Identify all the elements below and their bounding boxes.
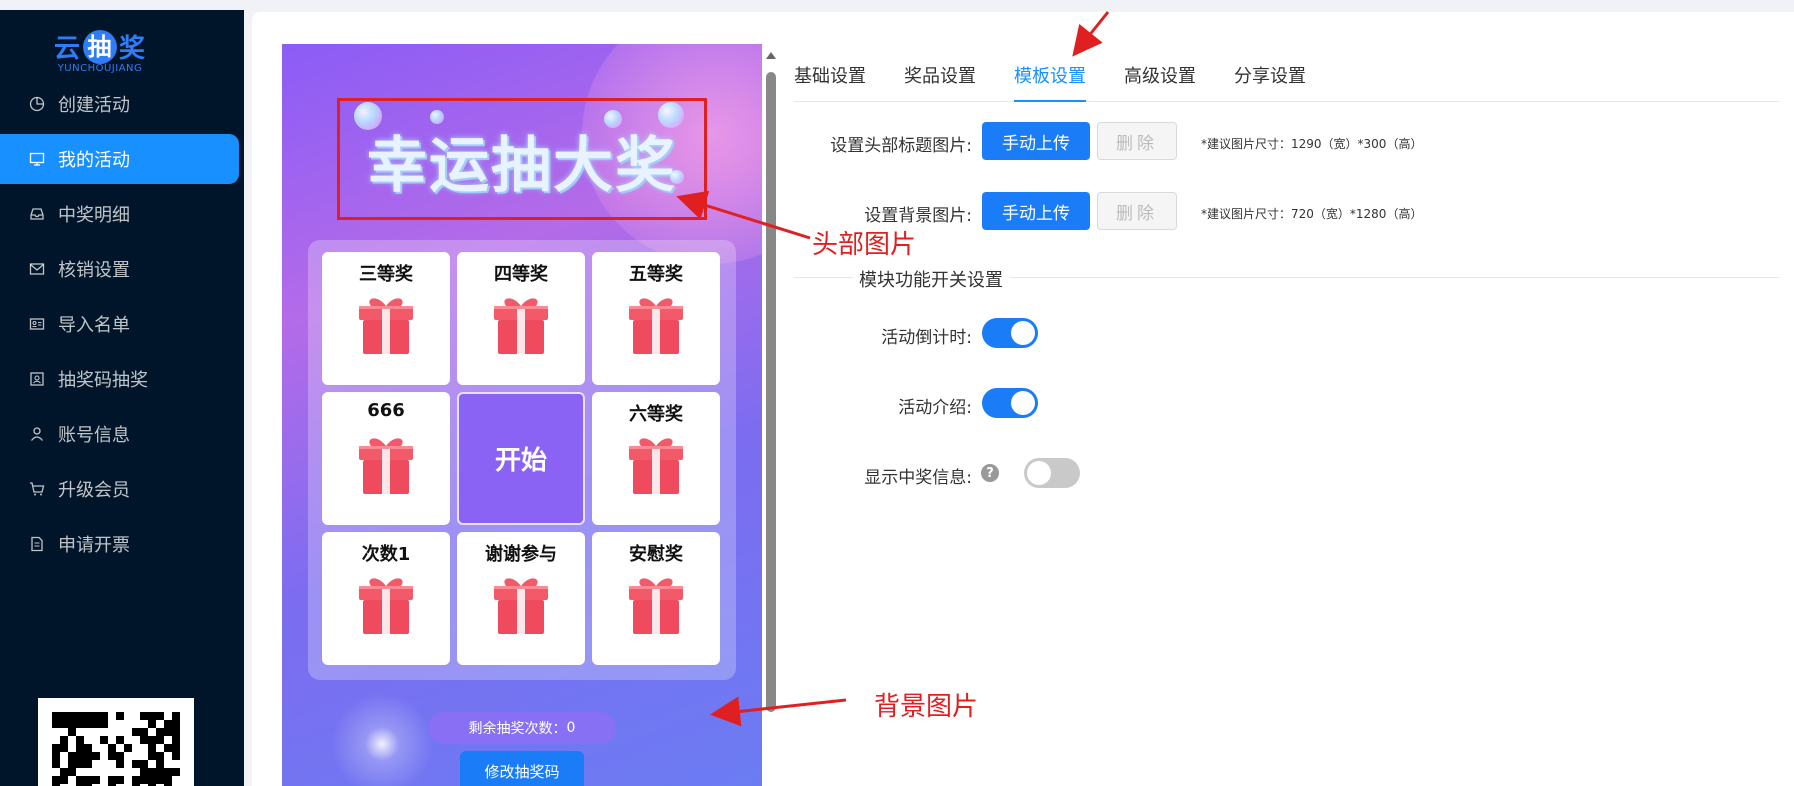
sidebar-item-6[interactable]: 账号信息 [0,409,244,459]
prize-cell: 五等奖 [592,252,720,385]
annotation-header-image: 头部图片 [812,230,917,260]
background-image-label: 设置背景图片: [864,206,972,226]
countdown-toggle[interactable] [982,318,1038,348]
prize-label: 安慰奖 [629,544,683,565]
toggle-knob [1011,321,1035,345]
sidebar-item-0[interactable]: 创建活动 [0,79,244,129]
toggle-knob [1027,461,1051,485]
sidebar: 云 抽 奖 YUNCHOUJIANG 创建活动 我的活动 中奖明细 核销设置 导入名单抽… [0,0,244,786]
edit-code-button[interactable]: 修改抽奖码 [460,751,584,786]
sidebar-item-label: 创建活动 [58,95,130,116]
prize-label: 666 [367,400,405,421]
prize-grid: 三等奖 四等奖 五等奖 666 开始 六等奖次数1 谢谢参与 安慰奖 [308,240,736,680]
sidebar-item-label: 导入名单 [58,315,130,336]
intro-label: 活动介绍: [898,398,972,418]
qr-code [38,698,194,786]
sidebar-item-3[interactable]: 核销设置 [0,244,244,294]
tab-prizes[interactable]: 奖品设置 [904,62,976,102]
header-delete-button[interactable]: 删除 [1097,122,1177,160]
remaining-count: 0 [566,720,576,736]
winner-info-label: 显示中奖信息: [864,468,972,488]
intro-toggle[interactable] [982,388,1038,418]
prize-label: 四等奖 [494,264,548,285]
header-image-label: 设置头部标题图片: [830,136,972,156]
top-gap [0,0,244,10]
prize-cell: 666 [322,392,450,525]
start-label: 开始 [494,446,547,476]
prize-cell: 安慰奖 [592,532,720,665]
sidebar-item-label: 抽奖码抽奖 [58,370,148,391]
desktop-icon [28,150,46,168]
tab-share[interactable]: 分享设置 [1234,62,1306,102]
logo-char-left: 云 [53,34,81,64]
settings-tabs: 基础设置 奖品设置 模板设置 高级设置 分享设置 [794,54,1780,102]
gift-icon [359,298,413,354]
scroll-up-icon[interactable] [766,52,776,59]
prize-label: 谢谢参与 [485,544,557,565]
prize-cell: 谢谢参与 [457,532,585,665]
annotation-background-image: 背景图片 [874,692,979,722]
sidebar-item-1[interactable]: 我的活动 [0,134,239,184]
sidebar-item-label: 我的活动 [58,150,130,171]
app-logo[interactable]: 云 抽 奖 YUNCHOUJIANG [0,28,200,74]
sidebar-item-7[interactable]: 升级会员 [0,464,244,514]
user-icon [28,425,46,443]
background-size-hint: *建议图片尺寸：720（宽）*1280（高） [1201,207,1423,221]
invoice-icon [28,535,46,553]
sidebar-item-5[interactable]: 抽奖码抽奖 [0,354,244,404]
sidebar-item-label: 核销设置 [58,260,130,281]
gift-icon [494,578,548,634]
sidebar-item-label: 账号信息 [58,425,130,446]
header-upload-button[interactable]: 手动上传 [982,122,1090,160]
tab-basic[interactable]: 基础设置 [794,62,866,102]
remaining-draws: 剩余抽奖次数： 0 [428,712,616,744]
cart-icon [28,480,46,498]
prize-label: 三等奖 [359,264,413,285]
prize-label: 六等奖 [629,404,683,425]
start-button[interactable]: 开始 [457,392,585,525]
sidebar-item-label: 升级会员 [58,480,130,501]
background-sparkle [322,684,442,786]
sidebar-item-8[interactable]: 申请开票 [0,519,244,569]
winner-info-toggle[interactable] [1024,458,1080,488]
toggle-knob [1011,391,1035,415]
background-upload-button[interactable]: 手动上传 [982,192,1090,230]
logo-char-mid: 抽 [83,29,117,64]
gift-icon [359,438,413,494]
preview-scrollbar[interactable] [764,52,778,786]
id-card-icon [28,315,46,333]
logo-subtitle: YUNCHOUJIANG [57,63,143,74]
gift-icon [359,578,413,634]
prize-cell: 三等奖 [322,252,450,385]
sidebar-item-4[interactable]: 导入名单 [0,299,244,349]
gift-icon [629,298,683,354]
header-size-hint: *建议图片尺寸：1290（宽）*300（高） [1201,137,1423,151]
prize-cell: 次数1 [322,532,450,665]
sidebar-item-label: 申请开票 [58,535,130,556]
background-delete-button[interactable]: 删除 [1097,192,1177,230]
section-title: 模块功能开关设置 [853,266,1009,292]
mail-icon [28,260,46,278]
scroll-thumb[interactable] [766,72,776,712]
contacts-icon [28,370,46,388]
logo-char-right: 奖 [119,34,147,64]
prize-label: 五等奖 [629,264,683,285]
prize-cell: 六等奖 [592,392,720,525]
prize-cell: 四等奖 [457,252,585,385]
gift-icon [629,438,683,494]
tab-template[interactable]: 模板设置 [1014,62,1086,102]
help-icon[interactable]: ? [981,464,999,482]
tab-advanced[interactable]: 高级设置 [1124,62,1196,102]
header-image-highlight [337,98,707,220]
remaining-label: 剩余抽奖次数： [468,721,567,737]
sidebar-item-2[interactable]: 中奖明细 [0,189,244,239]
pie-chart-icon [28,95,46,113]
prize-label: 次数1 [361,544,411,565]
inbox-icon [28,205,46,223]
countdown-label: 活动倒计时: [881,328,972,348]
gift-icon [629,578,683,634]
sidebar-item-label: 中奖明细 [58,205,130,226]
gift-icon [494,298,548,354]
